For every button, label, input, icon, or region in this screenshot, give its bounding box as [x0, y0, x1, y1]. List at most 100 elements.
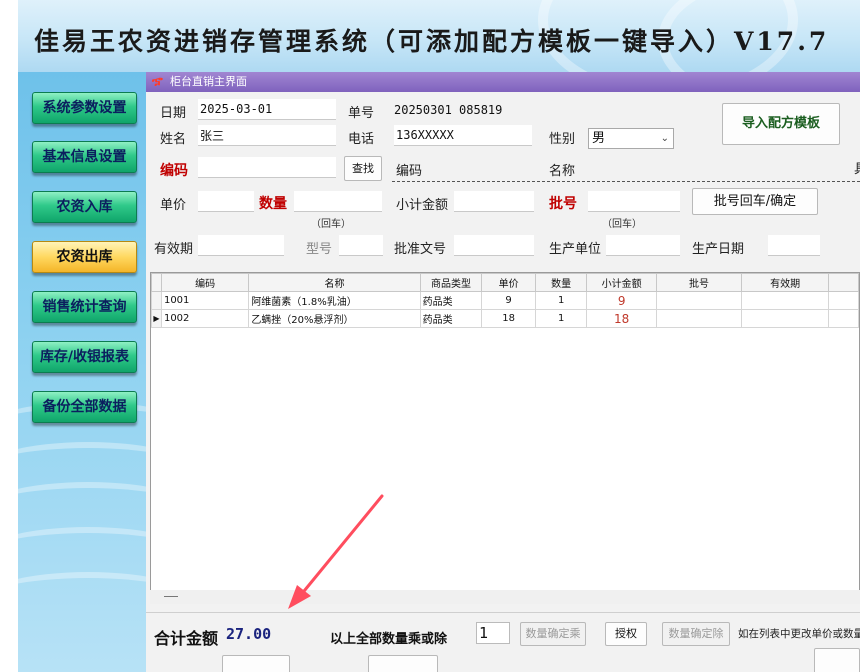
total-amount-label: 合计金额 [154, 629, 219, 648]
scrollbar-thumb[interactable] [164, 596, 178, 597]
search-button[interactable]: 查找 [344, 156, 382, 181]
cell-code[interactable]: 1001 [160, 291, 250, 310]
sidebar-item-inventory-report[interactable]: 库存/收银报表 [32, 341, 137, 373]
cell-expiry[interactable] [741, 291, 830, 310]
cell-type[interactable]: 药品类 [419, 309, 483, 328]
confirm-divide-button[interactable]: 数量确定除 [662, 622, 730, 646]
subtotal-label: 小计金额 [396, 198, 449, 213]
cell-subtotal[interactable]: 9 [586, 291, 657, 310]
authorize-button[interactable]: 授权 [605, 622, 647, 646]
gender-value: 男 [592, 131, 606, 146]
gender-select[interactable]: 男 ⌄ [588, 128, 674, 149]
model-label: 型号 [306, 242, 333, 257]
batch-label: 批号 [549, 196, 577, 212]
cell-quantity[interactable]: 1 [534, 291, 588, 310]
production-date-field[interactable] [768, 235, 820, 256]
cell-price[interactable]: 18 [481, 309, 536, 328]
sidebar-item-sales-query[interactable]: 销售统计查询 [32, 291, 137, 323]
quantity-field[interactable] [294, 191, 382, 212]
cell-name[interactable]: 阿维菌素（1.8%乳油） [248, 291, 421, 310]
sidebar-item-stock-in[interactable]: 农资入库 [32, 191, 137, 223]
current-row-indicator[interactable]: ▶ [151, 309, 162, 328]
order-number-value: 20250301 085819 [394, 103, 503, 117]
edit-hint-text: 如在列表中更改单价或数量 [738, 628, 860, 640]
import-formula-template-button[interactable]: 导入配方模板 [722, 103, 840, 145]
unit-price-field[interactable] [198, 191, 254, 212]
cell-subtotal[interactable]: 18 [586, 309, 657, 328]
panel-title: 柜台直销主界面 [170, 75, 247, 88]
producer-label: 生产单位 [549, 242, 602, 257]
cell-type[interactable]: 药品类 [419, 291, 483, 310]
column-header-batch[interactable]: 批号 [655, 273, 743, 292]
bottom-button-1[interactable] [222, 655, 290, 672]
sidebar-item-system-settings[interactable]: 系统参数设置 [32, 92, 137, 124]
batch-field[interactable] [588, 191, 680, 212]
bottom-button-3[interactable] [814, 648, 860, 672]
title-banner: 佳易王农资进销存管理系统（可添加配方模板一键导入）V17.7 [18, 0, 860, 72]
batch-confirm-button[interactable]: 批号回车/确定 [692, 188, 818, 215]
product-name-label: 名称 [549, 164, 576, 179]
table-row[interactable]: ▶ 1002 乙螨挫（20%悬浮剂） 药品类 18 1 18 [151, 309, 859, 328]
column-header-quantity[interactable]: 数量 [534, 273, 588, 292]
expiry-field[interactable] [198, 235, 284, 256]
quantity-label: 数量 [259, 196, 287, 212]
production-date-label: 生产日期 [692, 242, 745, 257]
total-amount-value: 27.00 [226, 625, 272, 643]
approval-number-field[interactable] [454, 235, 534, 256]
sales-items-grid[interactable]: 编码 名称 商品类型 单价 数量 小计金额 批号 有效期 1001 阿维菌素（1… [150, 272, 860, 604]
multiply-divide-label: 以上全部数量乘或除 [330, 632, 448, 647]
grid-header-row: 编码 名称 商品类型 单价 数量 小计金额 批号 有效期 [151, 273, 859, 292]
subtotal-field[interactable] [454, 191, 534, 212]
confirm-multiply-button[interactable]: 数量确定乘 [520, 622, 586, 646]
cell-expiry[interactable] [741, 309, 830, 328]
date-label: 日期 [160, 106, 187, 121]
column-header-type[interactable]: 商品类型 [419, 273, 483, 292]
row-selector[interactable] [151, 291, 162, 310]
sidebar-decoration [18, 572, 146, 632]
divider [392, 181, 860, 182]
table-row[interactable]: 1001 阿维菌素（1.8%乳油） 药品类 9 1 9 [151, 291, 859, 310]
order-number-label: 单号 [348, 106, 375, 121]
column-header-price[interactable]: 单价 [481, 273, 536, 292]
customer-name-label: 姓名 [160, 132, 187, 147]
panel-titlebar: ኇ 柜台直销主界面 [146, 72, 860, 92]
phone-field[interactable] [394, 125, 532, 146]
code-label: 编码 [160, 163, 188, 179]
cell-price[interactable]: 9 [481, 291, 536, 310]
date-field[interactable] [198, 99, 336, 120]
bottom-button-2[interactable] [368, 655, 438, 672]
code-display-label: 编码 [396, 164, 423, 179]
grid-horizontal-scrollbar[interactable] [150, 590, 860, 604]
customer-name-field[interactable] [198, 125, 336, 146]
phone-label: 电话 [348, 132, 375, 147]
column-header-subtotal[interactable]: 小计金额 [586, 273, 657, 292]
truncated-label: 具 [854, 158, 860, 177]
cell-code[interactable]: 1002 [160, 309, 250, 328]
producer-field[interactable] [606, 235, 680, 256]
expiry-label: 有效期 [154, 242, 194, 257]
sales-panel: ኇ 柜台直销主界面 日期 单号 20250301 085819 导入配方模板 姓… [146, 72, 860, 672]
sidebar-item-basic-info[interactable]: 基本信息设置 [32, 141, 137, 173]
chevron-down-icon: ⌄ [660, 133, 669, 144]
app-title: 佳易王农资进销存管理系统（可添加配方模板一键导入）V17.7 [34, 27, 830, 56]
batch-hint: （回车） [602, 219, 642, 230]
cell-name[interactable]: 乙螨挫（20%悬浮剂） [248, 309, 421, 328]
column-header-expiry[interactable]: 有效期 [741, 273, 830, 292]
sidebar-item-backup-data[interactable]: 备份全部数据 [32, 391, 137, 423]
column-header-extra [828, 273, 859, 292]
cell-extra [828, 309, 859, 328]
model-field[interactable] [339, 235, 383, 256]
column-header-code[interactable]: 编码 [160, 273, 250, 292]
cell-batch[interactable] [655, 291, 743, 310]
code-input[interactable] [198, 157, 336, 178]
gender-label: 性别 [549, 132, 576, 147]
approval-number-label: 批准文号 [394, 242, 447, 257]
cell-batch[interactable] [655, 309, 743, 328]
app-window: 佳易王农资进销存管理系统（可添加配方模板一键导入）V17.7 系统参数设置 基本… [18, 0, 860, 672]
cell-quantity[interactable]: 1 [534, 309, 588, 328]
multiply-factor-input[interactable] [476, 622, 510, 644]
app-logo-icon: ኇ [152, 74, 163, 89]
column-header-name[interactable]: 名称 [248, 273, 421, 292]
unit-price-label: 单价 [160, 198, 187, 213]
sidebar-item-stock-out[interactable]: 农资出库 [32, 241, 137, 273]
